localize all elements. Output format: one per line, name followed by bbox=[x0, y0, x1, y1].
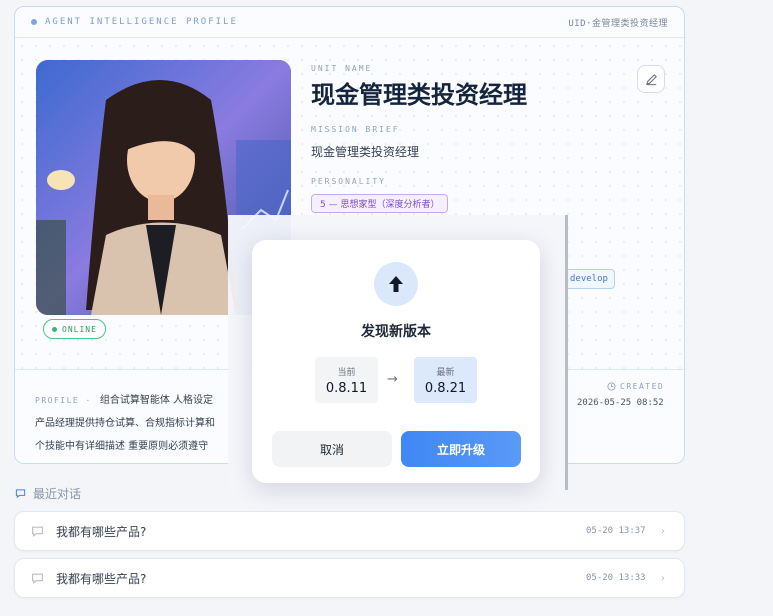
mission-brief-label: MISSION BRIEF bbox=[311, 125, 400, 134]
current-version-label: 当前 bbox=[337, 368, 356, 378]
upgrade-icon-circle bbox=[374, 262, 418, 306]
personality-badge: 5 — 思想家型（深度分析者） bbox=[311, 194, 449, 213]
unit-name: 现金管理类投资经理 bbox=[311, 81, 527, 109]
cancel-button[interactable]: 取消 bbox=[272, 431, 392, 467]
dialog-title: 发现新版本 bbox=[361, 324, 431, 340]
unit-name-label: UNIT NAME bbox=[311, 64, 373, 73]
chat-bubble-icon bbox=[32, 573, 43, 584]
pencil-icon bbox=[645, 73, 657, 85]
card-header-title: AGENT INTELLIGENCE PROFILE bbox=[31, 17, 238, 27]
conversation-question: 我都有哪些产品? bbox=[56, 524, 147, 539]
mission-brief: 现金管理类投资经理 bbox=[311, 145, 420, 159]
recent-conversations-title: 最近对话 bbox=[15, 485, 81, 502]
online-dot-icon bbox=[52, 326, 57, 332]
profile-label: PROFILE · bbox=[35, 396, 92, 405]
uid-label: UID·金管理类投资经理 bbox=[568, 18, 668, 29]
profile-line-2: 产品经理提供持仓试算、合规指标计算和 bbox=[35, 418, 215, 429]
conversation-item[interactable]: 我都有哪些产品? 05-20 13:37 › bbox=[14, 511, 685, 551]
personality-label: PERSONALITY bbox=[311, 177, 386, 186]
online-status-badge: ONLINE bbox=[43, 319, 106, 339]
chevron-right-icon: › bbox=[661, 525, 665, 537]
edit-button[interactable] bbox=[637, 65, 665, 93]
chevron-right-icon: › bbox=[661, 572, 665, 584]
update-dialog: 发现新版本 当前 0.8.11 → 最新 0.8.21 取消 立即升级 bbox=[252, 240, 540, 483]
tag-develop: develop bbox=[563, 269, 615, 289]
status-dot-icon bbox=[31, 18, 37, 25]
latest-version-label: 最新 bbox=[436, 368, 455, 378]
created-label: CREATED bbox=[607, 382, 664, 391]
conversation-time: 05-20 13:33 bbox=[586, 573, 646, 583]
chat-icon bbox=[15, 489, 26, 499]
upgrade-now-button[interactable]: 立即升级 bbox=[401, 431, 521, 467]
current-version-value: 0.8.11 bbox=[325, 381, 368, 396]
profile-line-1: PROFILE · 组合试算智能体 人格设定 bbox=[35, 395, 220, 406]
card-header: AGENT INTELLIGENCE PROFILE UID·金管理类投资经理 bbox=[15, 7, 684, 38]
current-version-box: 当前 0.8.11 bbox=[315, 357, 378, 403]
latest-version-box: 最新 0.8.21 bbox=[414, 357, 477, 403]
conversation-item[interactable]: 我都有哪些产品? 05-20 13:33 › bbox=[14, 558, 685, 598]
arrow-up-icon bbox=[389, 276, 403, 292]
created-value: 2026-05-25 08:52 bbox=[577, 398, 664, 408]
profile-line-3: 个技能中有详细描述 重要原则必须遵守 bbox=[35, 441, 209, 452]
chat-bubble-icon bbox=[32, 526, 43, 537]
latest-version-value: 0.8.21 bbox=[424, 381, 467, 396]
conversation-time: 05-20 13:37 bbox=[586, 526, 646, 536]
arrow-right-icon: → bbox=[387, 372, 398, 387]
clock-icon bbox=[607, 382, 616, 391]
conversation-question: 我都有哪些产品? bbox=[56, 571, 147, 586]
